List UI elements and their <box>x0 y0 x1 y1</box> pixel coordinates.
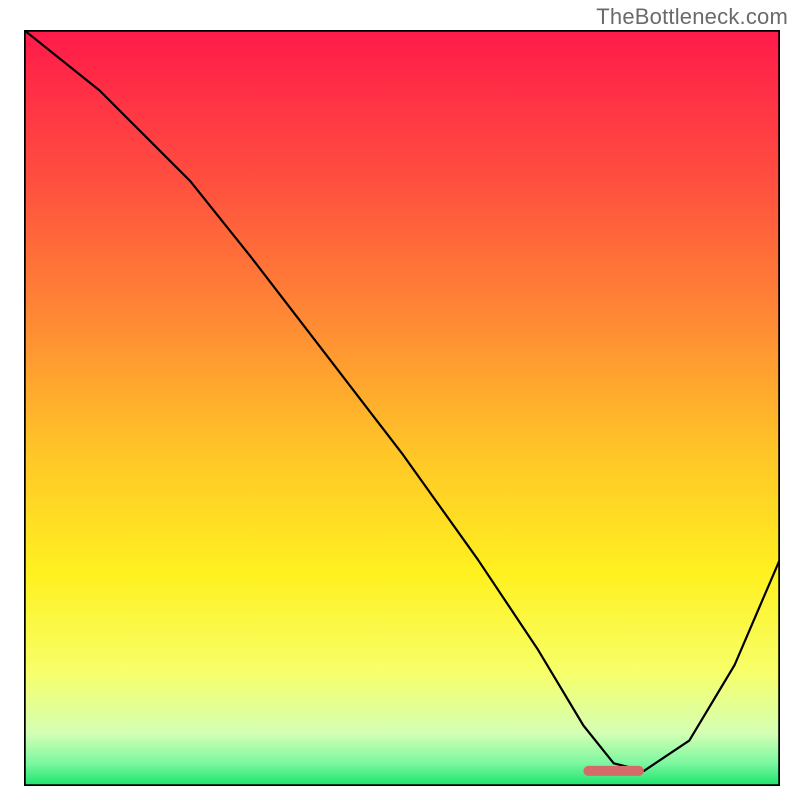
chart-plot <box>24 30 780 786</box>
optimal-range-marker <box>583 766 644 776</box>
chart-background <box>24 30 780 786</box>
watermark-text: TheBottleneck.com <box>596 4 788 30</box>
